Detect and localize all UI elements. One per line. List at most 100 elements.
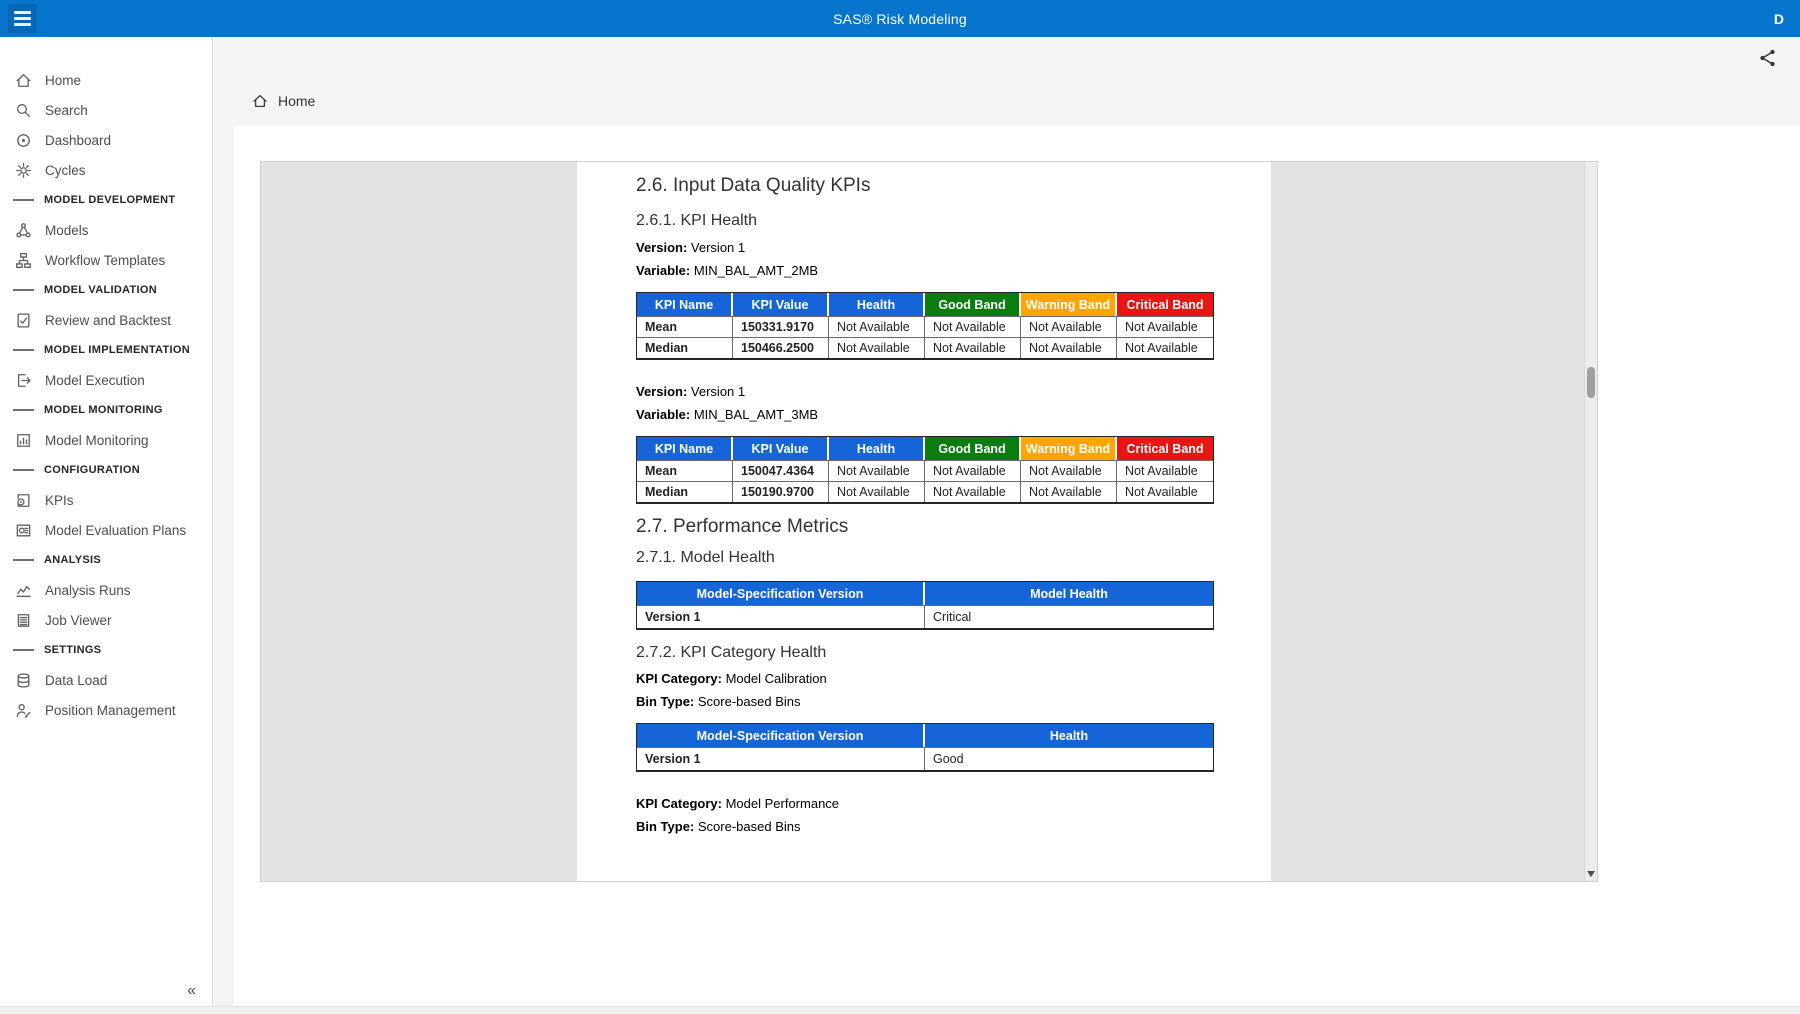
dashboard-icon: [15, 132, 32, 149]
scrollbar-thumb[interactable]: [1587, 367, 1595, 398]
table-row: Median 150466.2500 Not Available Not Ava…: [637, 337, 1213, 358]
sidebar-item-review-and-backtest[interactable]: Review and Backtest: [0, 305, 212, 335]
table-cell: Not Available: [1021, 337, 1117, 358]
col-critical-band: Critical Band: [1117, 293, 1213, 316]
section-dash-icon: [13, 559, 34, 561]
kpi-category-label: KPI Category:: [636, 796, 722, 811]
version-line: Version: Version 1: [636, 384, 1216, 400]
table-cell: Not Available: [925, 337, 1021, 358]
sidebar-item-analysis-runs[interactable]: Analysis Runs: [0, 575, 212, 605]
data-load-icon: [15, 672, 32, 689]
models-icon: [15, 222, 32, 239]
user-avatar[interactable]: D: [1774, 0, 1784, 37]
table-cell: Not Available: [1117, 316, 1213, 337]
sidebar-section-model-monitoring: MODEL MONITORING: [0, 395, 212, 425]
kpi-category-label: KPI Category:: [636, 671, 722, 686]
sidebar-section-model-validation: MODEL VALIDATION: [0, 275, 212, 305]
table-cell: Not Available: [925, 460, 1021, 481]
sidebar-section-configuration: CONFIGURATION: [0, 455, 212, 485]
bin-type-value: Score-based Bins: [698, 819, 801, 834]
sidebar-item-data-load[interactable]: Data Load: [0, 665, 212, 695]
table-cell: Version 1: [637, 605, 925, 628]
kpi-category-line: KPI Category: Model Calibration: [636, 671, 1216, 687]
sidebar-nav: Home Search Dashboard Cycles MODEL DEVEL…: [0, 37, 213, 1006]
variable-label: Variable:: [636, 263, 690, 278]
table-cell: Not Available: [925, 481, 1021, 502]
variable-value: MIN_BAL_AMT_2MB: [694, 263, 818, 278]
sidebar-section-settings: SETTINGS: [0, 635, 212, 665]
search-icon: [15, 102, 32, 119]
model-health-table: Model-Specification Version Model Health…: [636, 581, 1214, 630]
bottom-strip: [0, 1006, 1800, 1014]
sidebar-section-label: ANALYSIS: [44, 554, 101, 566]
sidebar-item-position-management[interactable]: Position Management: [0, 695, 212, 725]
status-cell-good: Good: [925, 747, 1213, 770]
bin-type-label: Bin Type:: [636, 819, 694, 834]
sidebar-item-workflow-templates[interactable]: Workflow Templates: [0, 245, 212, 275]
breadcrumb[interactable]: Home: [252, 93, 315, 109]
col-kpi-name: KPI Name: [637, 293, 733, 316]
sidebar-item-label: Model Evaluation Plans: [45, 523, 186, 538]
sidebar-section-label: SETTINGS: [44, 644, 101, 656]
col-good-band: Good Band: [925, 293, 1021, 316]
sidebar-item-cycles[interactable]: Cycles: [0, 155, 212, 185]
breadcrumb-home[interactable]: Home: [278, 93, 315, 109]
table-cell: Not Available: [1021, 316, 1117, 337]
section-heading-26: 2.6. Input Data Quality KPIs: [636, 174, 1216, 197]
sidebar-item-label: Models: [45, 223, 89, 238]
document-scrollbar[interactable]: [1584, 162, 1597, 881]
version-value: Version 1: [691, 384, 745, 399]
col-health: Health: [829, 293, 925, 316]
sidebar-section-label: MODEL DEVELOPMENT: [44, 194, 175, 206]
section-heading-27: 2.7. Performance Metrics: [636, 515, 1216, 538]
sidebar-item-job-viewer[interactable]: Job Viewer: [0, 605, 212, 635]
col-health: Health: [829, 437, 925, 460]
section-dash-icon: [13, 289, 34, 291]
kpi-category-line: KPI Category: Model Performance: [636, 796, 1216, 812]
sidebar-item-dashboard[interactable]: Dashboard: [0, 125, 212, 155]
variable-line: Variable: MIN_BAL_AMT_3MB: [636, 407, 1216, 423]
app-title: SAS® Risk Modeling: [0, 0, 1800, 37]
kpi-health-table-2mb: KPI Name KPI Value Health Good Band Warn…: [636, 292, 1214, 360]
status-cell-critical: Critical: [925, 605, 1213, 628]
col-model-spec-version: Model-Specification Version: [637, 582, 925, 605]
sidebar-collapse-button[interactable]: «: [187, 982, 196, 1000]
version-label: Version:: [636, 240, 687, 255]
col-good-band: Good Band: [925, 437, 1021, 460]
bin-type-line: Bin Type: Score-based Bins: [636, 819, 1216, 835]
table-cell: 150331.9170: [733, 316, 829, 337]
bin-type-label: Bin Type:: [636, 694, 694, 709]
table-cell: Not Available: [829, 337, 925, 358]
table-cell: Not Available: [829, 460, 925, 481]
table-cell: Not Available: [1117, 460, 1213, 481]
share-icon[interactable]: [1758, 48, 1778, 68]
sidebar-item-label: Workflow Templates: [45, 253, 165, 268]
position-management-icon: [15, 702, 32, 719]
sidebar-item-kpis[interactable]: KPIs: [0, 485, 212, 515]
section-dash-icon: [13, 199, 34, 201]
scrollbar-down-arrow-icon[interactable]: [1587, 871, 1595, 877]
job-viewer-icon: [15, 612, 32, 629]
sidebar-item-label: Position Management: [45, 703, 176, 718]
sidebar-item-label: Job Viewer: [45, 613, 112, 628]
kpi-category-health-table: Model-Specification Version Health Versi…: [636, 723, 1214, 772]
sidebar-item-label: Analysis Runs: [45, 583, 131, 598]
bin-type-line: Bin Type: Score-based Bins: [636, 694, 1216, 710]
table-header-row: Model-Specification Version Model Health: [637, 582, 1213, 605]
sidebar-item-model-evaluation-plans[interactable]: Model Evaluation Plans: [0, 515, 212, 545]
bin-type-value: Score-based Bins: [698, 694, 801, 709]
report-page: 2.6. Input Data Quality KPIs 2.6.1. KPI …: [577, 162, 1271, 881]
version-value: Version 1: [691, 240, 745, 255]
sidebar-item-model-execution[interactable]: Model Execution: [0, 365, 212, 395]
section-heading-272: 2.7.2. KPI Category Health: [636, 643, 1216, 663]
sidebar-section-analysis: ANALYSIS: [0, 545, 212, 575]
sidebar-item-home[interactable]: Home: [0, 65, 212, 95]
sidebar-item-models[interactable]: Models: [0, 215, 212, 245]
sidebar-item-label: Review and Backtest: [45, 313, 171, 328]
table-cell: 150047.4364: [733, 460, 829, 481]
sidebar-item-model-monitoring[interactable]: Model Monitoring: [0, 425, 212, 455]
sidebar-section-model-implementation: MODEL IMPLEMENTATION: [0, 335, 212, 365]
sidebar-item-search[interactable]: Search: [0, 95, 212, 125]
col-model-spec-version: Model-Specification Version: [637, 724, 925, 747]
col-health: Health: [925, 724, 1213, 747]
